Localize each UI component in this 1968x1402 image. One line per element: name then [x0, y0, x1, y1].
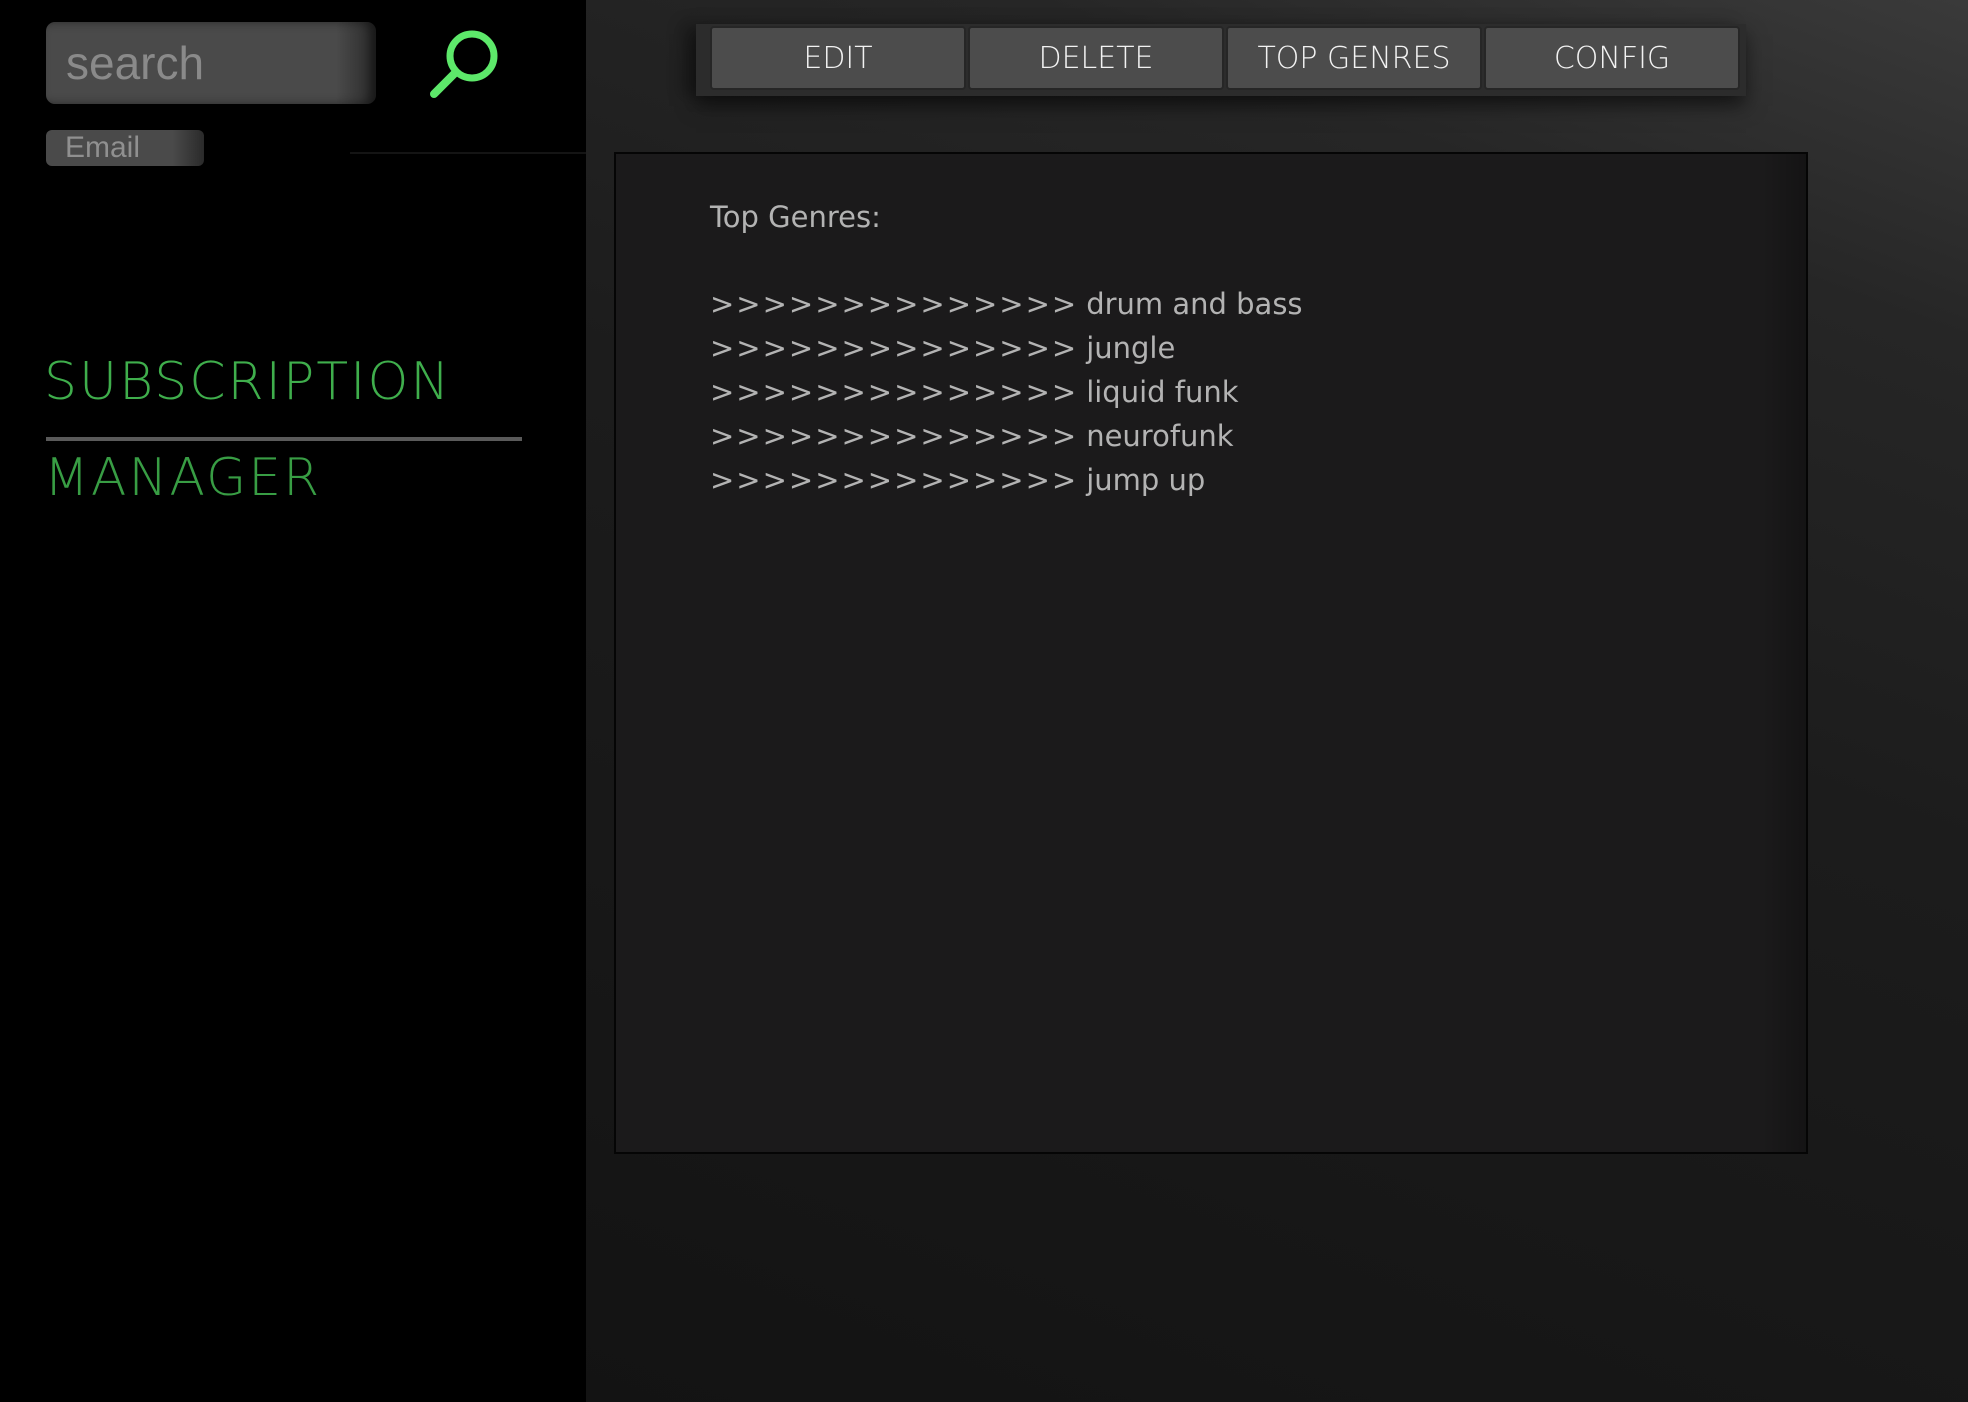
delete-button[interactable]: DELETE — [968, 26, 1224, 90]
genre-prefix: >>>>>>>>>>>>>> — [710, 463, 1079, 497]
search-icon[interactable] — [420, 26, 506, 106]
divider — [350, 152, 586, 154]
top-genres-button[interactable]: TOP GENRES — [1226, 26, 1482, 90]
search-button[interactable] — [420, 26, 506, 106]
genre-prefix: >>>>>>>>>>>>>> — [710, 287, 1079, 321]
search-input[interactable] — [46, 22, 376, 104]
genre-name: liquid funk — [1086, 375, 1239, 409]
sidebar: SUBSCRIPTION MANAGER — [0, 0, 586, 1402]
brand-title-manager: MANAGER — [44, 448, 322, 508]
brand-title-subscription: SUBSCRIPTION — [44, 352, 452, 412]
email-field[interactable] — [46, 130, 204, 166]
genre-prefix: >>>>>>>>>>>>>> — [710, 419, 1079, 453]
genre-name: neurofunk — [1086, 419, 1234, 453]
genre-item: >>>>>>>>>>>>>> liquid funk — [710, 370, 1303, 414]
genre-name: jungle — [1086, 331, 1176, 365]
toolbar: EDIT DELETE TOP GENRES CONFIG — [696, 24, 1746, 96]
panel-heading: Top Genres: — [710, 200, 881, 234]
genre-prefix: >>>>>>>>>>>>>> — [710, 375, 1079, 409]
genre-item: >>>>>>>>>>>>>> jungle — [710, 326, 1303, 370]
config-button[interactable]: CONFIG — [1484, 26, 1740, 90]
genre-item: >>>>>>>>>>>>>> jump up — [710, 458, 1303, 502]
genre-prefix: >>>>>>>>>>>>>> — [710, 331, 1079, 365]
genre-name: drum and bass — [1086, 287, 1303, 321]
edit-button[interactable]: EDIT — [710, 26, 966, 90]
content-panel: Top Genres: >>>>>>>>>>>>>> drum and bass … — [614, 152, 1808, 1154]
genre-item: >>>>>>>>>>>>>> neurofunk — [710, 414, 1303, 458]
genre-list: >>>>>>>>>>>>>> drum and bass >>>>>>>>>>>>… — [710, 282, 1303, 502]
genre-name: jump up — [1086, 463, 1206, 497]
genre-item: >>>>>>>>>>>>>> drum and bass — [710, 282, 1303, 326]
brand-divider — [46, 437, 522, 441]
